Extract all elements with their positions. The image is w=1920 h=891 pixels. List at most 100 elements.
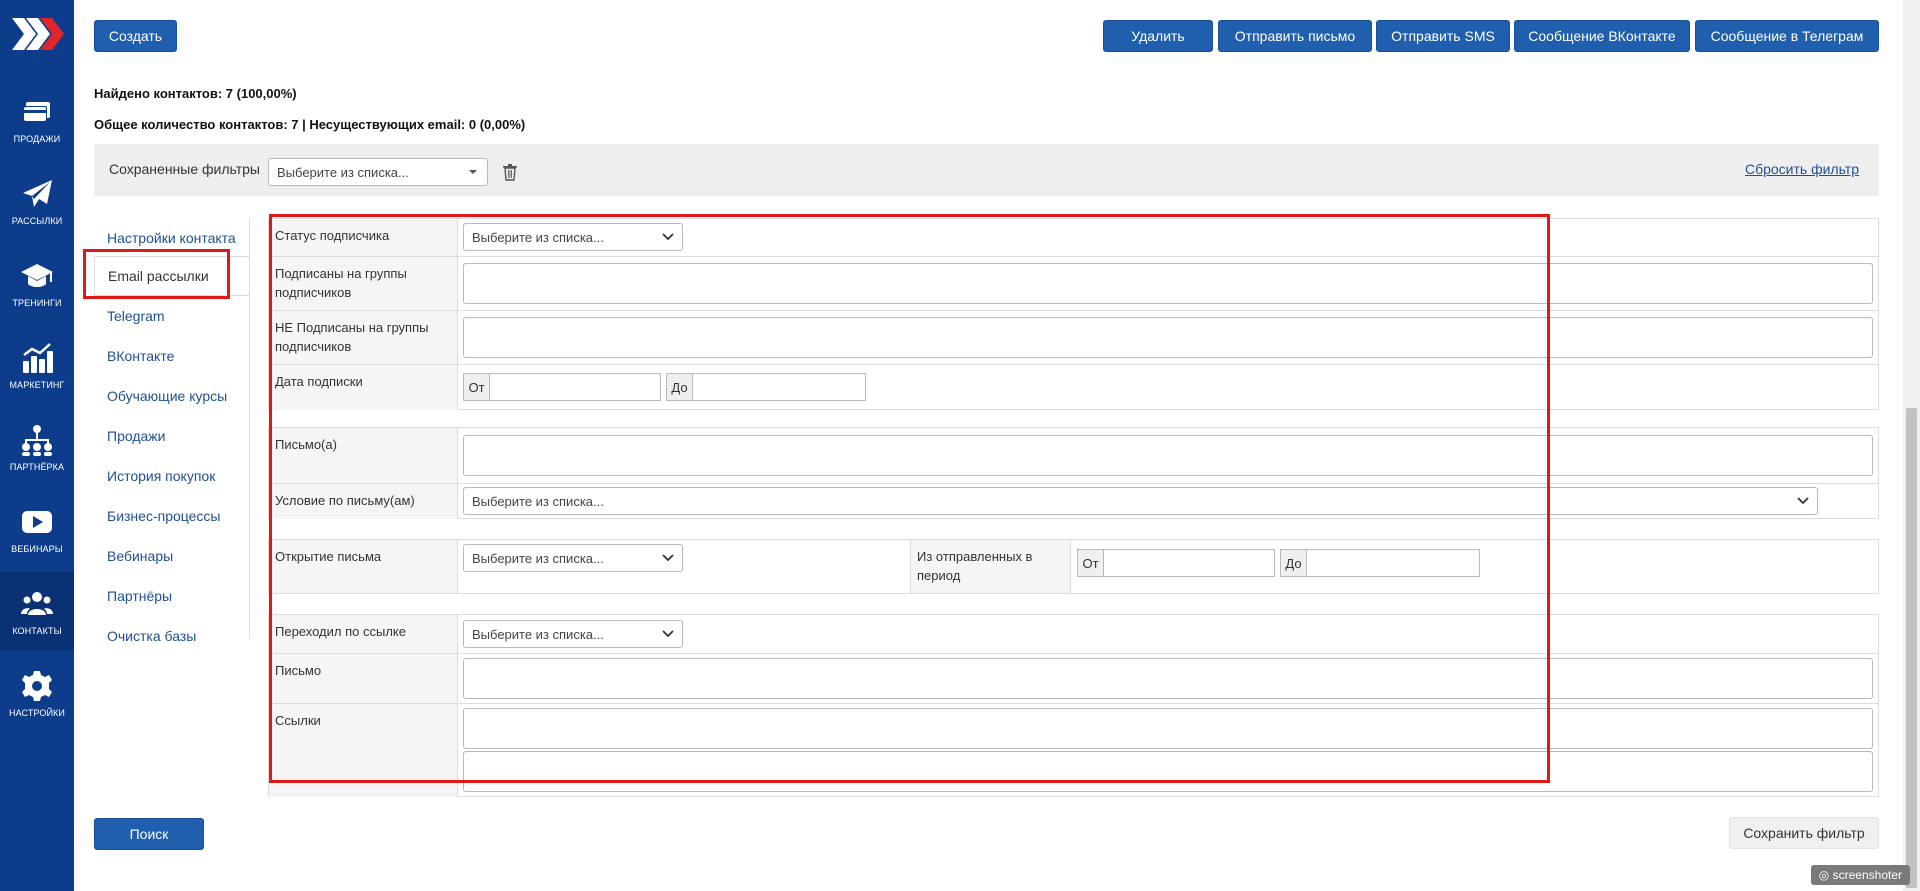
tab-telegram[interactable]: Telegram [94, 296, 250, 336]
send-email-button[interactable]: Отправить письмо [1218, 20, 1372, 52]
nav-item-contacts[interactable]: Контакты [0, 572, 74, 650]
sent-period-to[interactable]: До [1280, 549, 1480, 577]
letter-label: Письмо [269, 654, 458, 703]
subscription-date-to[interactable]: До [666, 373, 866, 401]
logo-icon[interactable] [10, 14, 64, 54]
subscriber-status-select[interactable]: Выберите из списка... [463, 223, 683, 251]
letter-condition-row: Условие по письму(ам) Выберите из списка… [269, 483, 1878, 519]
tab-partners[interactable]: Партнёры [94, 576, 250, 616]
nav-item-webinars[interactable]: Вебинары [0, 490, 74, 568]
nav-label: Тренинги [12, 297, 62, 308]
chevron-down-icon [1797, 497, 1809, 505]
play-icon [22, 510, 52, 533]
tab-sales[interactable]: Продажи [94, 416, 250, 456]
nav-label: Контакты [12, 625, 62, 636]
date-to-prefix: До [667, 374, 693, 400]
letter-open-select-value: Выберите из списка... [472, 550, 604, 566]
nav-item-settings[interactable]: Настройки [0, 654, 74, 732]
nav-item-marketing[interactable]: Маркетинг [0, 326, 74, 404]
vk-message-button[interactable]: Сообщение ВКонтакте [1514, 20, 1690, 52]
letters-row: Письмо(а) [269, 428, 1878, 483]
clicked-link-label: Переходил по ссылке [269, 615, 458, 653]
scrollbar-thumb[interactable] [1906, 408, 1917, 888]
search-button[interactable]: Поиск [94, 818, 204, 850]
users-icon [21, 591, 53, 615]
subscription-date-from[interactable]: От [463, 373, 661, 401]
camera-icon: ◎ [1818, 868, 1830, 882]
letter-open-row: Открытие письма Выберите из списка... Из… [269, 540, 1878, 593]
letter-condition-select[interactable]: Выберите из списка... [463, 487, 1818, 515]
saved-filters-select[interactable]: Выберите из списка... [268, 158, 488, 186]
links-row: Ссылки [269, 703, 1878, 797]
not-subscribed-groups-input[interactable] [463, 317, 1873, 358]
network-icon [22, 424, 52, 456]
letter-row: Письмо [269, 653, 1878, 703]
saved-filters-select-value: Выберите из списка... [277, 164, 409, 180]
letters-label: Письмо(а) [269, 428, 458, 483]
nav-label: Вебинары [11, 543, 63, 554]
tab-courses[interactable]: Обучающие курсы [94, 376, 250, 416]
tab-business-processes[interactable]: Бизнес-процессы [94, 496, 250, 536]
subscriber-status-label: Статус подписчика [269, 219, 458, 256]
save-filter-button[interactable]: Сохранить фильтр [1729, 817, 1879, 849]
tabs-divider [249, 218, 250, 638]
period-to-prefix: До [1281, 550, 1307, 576]
links-input[interactable] [463, 708, 1873, 749]
delete-filter-button[interactable] [494, 156, 526, 188]
subscription-date-row: Дата подписки От До [269, 364, 1878, 410]
found-contacts-stat: Найдено контактов: 7 (100,00%) [94, 86, 297, 101]
tab-vkontakte[interactable]: ВКонтакте [94, 336, 250, 376]
tab-webinars[interactable]: Вебинары [94, 536, 250, 576]
clicked-link-select[interactable]: Выберите из списка... [463, 620, 683, 648]
subscription-section: Статус подписчика Выберите из списка... … [268, 218, 1879, 410]
total-contacts-stat: Общее количество контактов: 7 | Несущест… [94, 117, 526, 132]
clicked-link-select-value: Выберите из списка... [472, 626, 604, 642]
tab-contact-settings[interactable]: Настройки контакта [94, 218, 250, 258]
letters-input[interactable] [463, 435, 1873, 476]
nav-item-mailings[interactable]: Рассылки [0, 162, 74, 240]
watermark-text: screenshoter [1832, 868, 1902, 882]
telegram-message-button[interactable]: Сообщение в Телеграм [1695, 20, 1879, 52]
page-scrollbar[interactable] [1903, 0, 1920, 891]
not-subscribed-groups-label: НЕ Подписаны на группы подписчиков [269, 311, 458, 364]
saved-filters-bar: Сохраненные фильтры Выберите из списка..… [94, 144, 1879, 196]
graduation-cap-icon [21, 263, 53, 287]
subscribed-groups-input[interactable] [463, 263, 1873, 304]
date-to-input[interactable] [693, 374, 865, 400]
nav-item-trainings[interactable]: Тренинги [0, 244, 74, 322]
caret-down-icon [469, 170, 477, 174]
send-sms-button[interactable]: Отправить SMS [1376, 20, 1510, 52]
period-from-input[interactable] [1104, 550, 1274, 576]
trash-icon [503, 164, 517, 181]
nav-label: Партнёрка [9, 461, 65, 472]
letter-open-select[interactable]: Выберите из списка... [463, 544, 683, 572]
chevron-down-icon [662, 554, 674, 562]
letter-open-label: Открытие письма [269, 540, 458, 593]
sent-in-period-label: Из отправленных в период [910, 540, 1071, 593]
nav-item-sales[interactable]: Продажи [0, 80, 74, 158]
links-input-2[interactable] [463, 751, 1873, 792]
letter-open-section: Открытие письма Выберите из списка... Из… [268, 539, 1879, 594]
tab-database-cleanup[interactable]: Очистка базы [94, 616, 250, 656]
links-label: Ссылки [269, 704, 458, 797]
nav-item-partners[interactable]: Партнёрка [0, 408, 74, 486]
reset-filter-link[interactable]: Сбросить фильтр [1745, 161, 1859, 177]
nav-label: Маркетинг [9, 379, 65, 390]
chevron-down-icon [662, 233, 674, 241]
sent-period-from[interactable]: От [1077, 549, 1275, 577]
cart-icon [23, 101, 50, 122]
not-subscribed-groups-row: НЕ Подписаны на группы подписчиков [269, 310, 1878, 364]
date-from-input[interactable] [490, 374, 660, 400]
subscriber-status-select-value: Выберите из списка... [472, 229, 604, 245]
tab-purchase-history[interactable]: История покупок [94, 456, 250, 496]
nav-label: Продажи [13, 133, 61, 144]
nav-label: Рассылки [11, 215, 63, 226]
letter-input[interactable] [463, 658, 1873, 699]
tab-email-mailings[interactable]: Email рассылки [94, 256, 250, 296]
period-to-input[interactable] [1307, 550, 1479, 576]
letters-section: Письмо(а) Условие по письму(ам) Выберите… [268, 427, 1879, 519]
period-from-prefix: От [1078, 550, 1104, 576]
delete-button[interactable]: Удалить [1103, 20, 1213, 52]
chart-icon [23, 342, 53, 373]
create-button[interactable]: Создать [94, 20, 177, 52]
